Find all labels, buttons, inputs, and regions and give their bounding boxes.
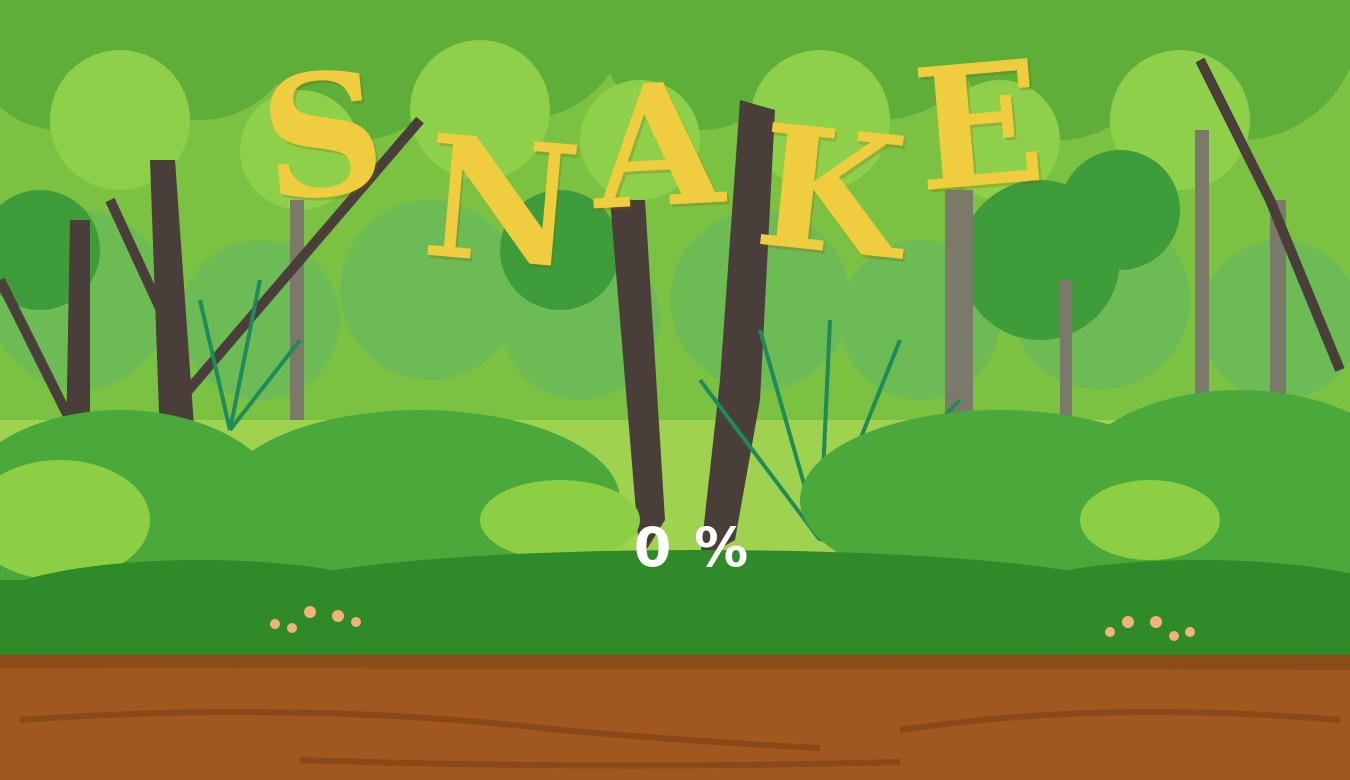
title-letter-k: K — [748, 85, 914, 299]
title-letter-s: S — [251, 31, 394, 241]
loading-percent: 0 % — [633, 516, 751, 579]
title-letter-n: N — [416, 96, 587, 308]
title-letter-e: E — [906, 21, 1052, 231]
title-letter-a: A — [586, 43, 728, 249]
